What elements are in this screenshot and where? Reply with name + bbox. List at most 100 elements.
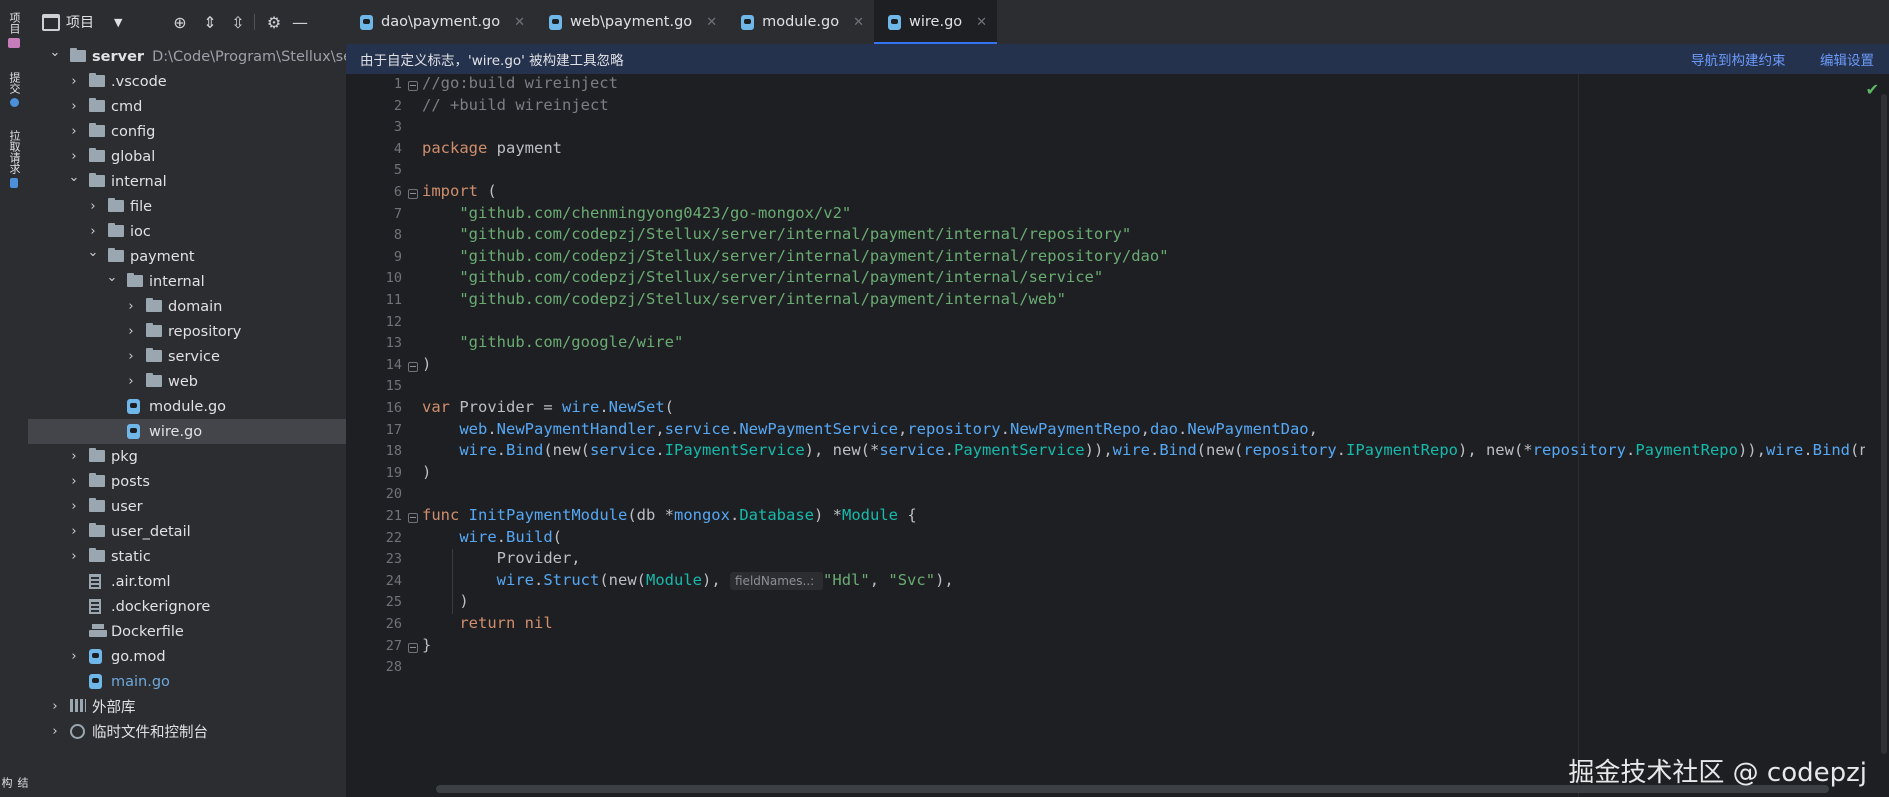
project-view-selector[interactable]: 项目 ▼: [42, 12, 122, 32]
vertical-scrollbar[interactable]: [1881, 94, 1887, 754]
code-line[interactable]: "github.com/google/wire": [422, 333, 683, 351]
locate-icon[interactable]: ⊕: [170, 12, 190, 32]
tree-item[interactable]: main.go: [28, 669, 346, 694]
activity-structure-button[interactable]: 结构: [0, 775, 29, 797]
chevron-right-icon[interactable]: ›: [48, 699, 62, 714]
code-editor[interactable]: 1 2 3 4 5 6 7 8 9 10 11 12 13 14 15 16 17 18 19 20 21 22 23 24 2…: [346, 74, 1889, 797]
chevron-right-icon[interactable]: ›: [86, 224, 100, 239]
minimize-icon[interactable]: —: [290, 12, 310, 32]
tree-item[interactable]: Dockerfile: [28, 619, 346, 644]
activity-pull-requests-button[interactable]: 拉取请求: [0, 128, 28, 198]
code-line[interactable]: var Provider = wire.NewSet(: [422, 398, 674, 416]
code-line[interactable]: ): [422, 355, 431, 373]
tab-dao-payment-go[interactable]: dao\payment.go ✕: [346, 0, 535, 44]
check-icon[interactable]: ✔: [1866, 80, 1879, 99]
chevron-right-icon[interactable]: ›: [124, 299, 138, 314]
tree-item[interactable]: › global: [28, 144, 346, 169]
tree-item[interactable]: › user_detail: [28, 519, 346, 544]
tree-item[interactable]: wire.go: [28, 419, 346, 444]
code-line[interactable]: "github.com/codepzj/Stellux/server/inter…: [422, 290, 1066, 308]
close-icon[interactable]: ✕: [853, 15, 864, 30]
code-line[interactable]: Provider,: [422, 549, 581, 567]
fold-marker-icon[interactable]: [408, 361, 418, 372]
tree-item[interactable]: › domain: [28, 294, 346, 319]
collapse-all-icon[interactable]: ⇳: [228, 12, 248, 32]
code-line[interactable]: return nil: [422, 614, 552, 632]
tree-item[interactable]: module.go: [28, 394, 346, 419]
chevron-right-icon[interactable]: ›: [124, 349, 138, 364]
code-line[interactable]: //go:build wireinject: [422, 74, 618, 92]
tree-item[interactable]: › config: [28, 119, 346, 144]
code-line[interactable]: "github.com/chenmingyong0423/go-mongox/v…: [422, 204, 851, 222]
fold-marker-icon[interactable]: [408, 81, 418, 91]
tree-item[interactable]: › static: [28, 544, 346, 569]
code-line[interactable]: wire.Bind(new(service.IPaymentService), …: [422, 441, 1865, 459]
chevron-right-icon[interactable]: ›: [67, 124, 81, 139]
tree-item[interactable]: › posts: [28, 469, 346, 494]
tab-wire-go[interactable]: wire.go ✕: [874, 0, 998, 44]
chevron-right-icon[interactable]: ›: [67, 524, 81, 539]
chevron-right-icon[interactable]: ›: [67, 549, 81, 564]
close-icon[interactable]: ✕: [514, 15, 525, 30]
line-number-gutter[interactable]: 1 2 3 4 5 6 7 8 9 10 11 12 13 14 15 16 17 18 19 20 21 22 23 24 2…: [346, 74, 418, 797]
tree-item[interactable]: › ioc: [28, 219, 346, 244]
expand-all-icon[interactable]: ⇕: [200, 12, 220, 32]
chevron-right-icon[interactable]: ›: [67, 149, 81, 164]
edit-settings-link[interactable]: 编辑设置: [1820, 49, 1874, 69]
code-line[interactable]: wire.Struct(new(Module), fieldNames..: "…: [422, 571, 954, 590]
chevron-down-icon[interactable]: ⌄: [48, 45, 62, 60]
navigate-build-constraint-link[interactable]: 导航到构建约束: [1691, 49, 1786, 69]
tree-item[interactable]: › .vscode: [28, 69, 346, 94]
tree-item[interactable]: › web: [28, 369, 346, 394]
chevron-right-icon[interactable]: ›: [67, 74, 81, 89]
chevron-right-icon[interactable]: ›: [67, 99, 81, 114]
code-line[interactable]: "github.com/codepzj/Stellux/server/inter…: [422, 225, 1131, 243]
chevron-right-icon[interactable]: ›: [67, 649, 81, 664]
chevron-down-icon[interactable]: ⌄: [86, 245, 100, 260]
tree-item[interactable]: › user: [28, 494, 346, 519]
fold-marker-icon[interactable]: [408, 513, 418, 523]
tree-item[interactable]: ⌄ payment: [28, 244, 346, 269]
chevron-right-icon[interactable]: ›: [124, 324, 138, 339]
tree-item[interactable]: ⌄ internal: [28, 269, 346, 294]
tree-item[interactable]: › repository: [28, 319, 346, 344]
code-line[interactable]: func InitPaymentModule(db *mongox.Databa…: [422, 506, 917, 524]
chevron-right-icon[interactable]: ›: [48, 724, 62, 739]
code-line[interactable]: ): [422, 463, 431, 481]
code-area[interactable]: //go:build wireinject // +build wireinjec…: [422, 74, 1865, 797]
tree-item[interactable]: › 临时文件和控制台: [28, 719, 346, 744]
chevron-right-icon[interactable]: ›: [67, 474, 81, 489]
tree-item[interactable]: › file: [28, 194, 346, 219]
tree-item[interactable]: › cmd: [28, 94, 346, 119]
tree-item[interactable]: › service: [28, 344, 346, 369]
tree-item[interactable]: .air.toml: [28, 569, 346, 594]
code-line[interactable]: "github.com/codepzj/Stellux/server/inter…: [422, 247, 1168, 265]
close-icon[interactable]: ✕: [706, 15, 717, 30]
code-line[interactable]: web.NewPaymentHandler,service.NewPayment…: [422, 420, 1318, 438]
chevron-right-icon[interactable]: ›: [67, 499, 81, 514]
tree-item[interactable]: ⌄ server D:\Code\Program\Stellux\serv: [28, 44, 346, 69]
tab-web-payment-go[interactable]: web\payment.go ✕: [535, 0, 727, 44]
fold-marker-icon[interactable]: [408, 189, 418, 199]
code-line[interactable]: ): [422, 592, 468, 610]
code-line[interactable]: wire.Build(: [422, 528, 562, 546]
close-icon[interactable]: ✕: [976, 15, 987, 30]
fold-marker-icon[interactable]: [408, 642, 418, 653]
tree-item[interactable]: › go.mod: [28, 644, 346, 669]
tab-module-go[interactable]: module.go ✕: [727, 0, 874, 44]
tree-item[interactable]: ⌄ internal: [28, 169, 346, 194]
chevron-right-icon[interactable]: ›: [86, 199, 100, 214]
chevron-right-icon[interactable]: ›: [124, 374, 138, 389]
tree-item[interactable]: › pkg: [28, 444, 346, 469]
tree-item[interactable]: .dockerignore: [28, 594, 346, 619]
code-line[interactable]: "github.com/codepzj/Stellux/server/inter…: [422, 268, 1103, 286]
code-line[interactable]: }: [422, 636, 431, 654]
code-line[interactable]: package payment: [422, 139, 562, 157]
code-line[interactable]: import (: [422, 182, 497, 200]
chevron-down-icon[interactable]: ⌄: [105, 270, 119, 285]
code-line[interactable]: // +build wireinject: [422, 96, 609, 114]
gear-icon[interactable]: ⚙: [264, 12, 284, 32]
chevron-down-icon[interactable]: ⌄: [67, 170, 81, 185]
chevron-right-icon[interactable]: ›: [67, 449, 81, 464]
tree-item[interactable]: › 外部库: [28, 694, 346, 719]
